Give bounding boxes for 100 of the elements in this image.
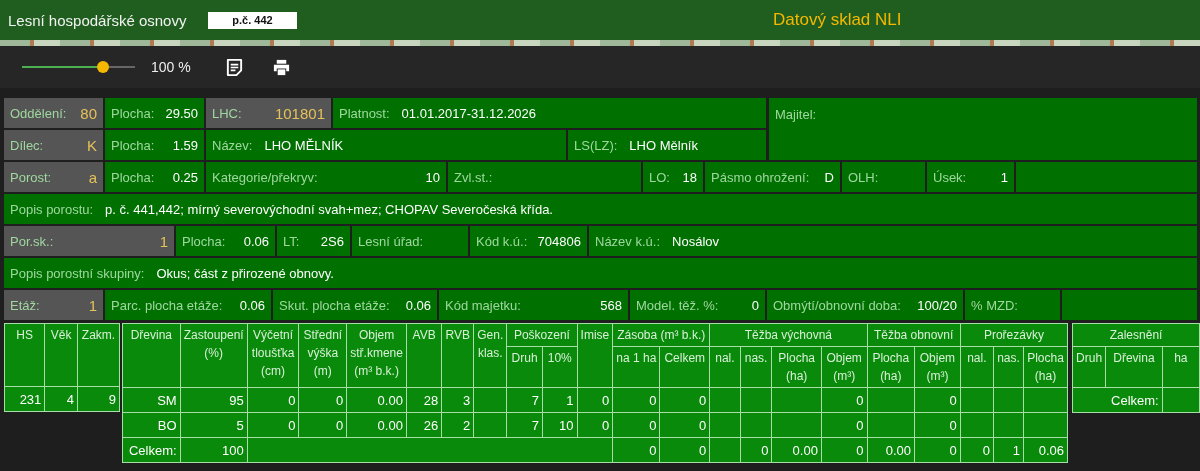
table-cell: 0 bbox=[247, 387, 299, 413]
field-label: Dílec: bbox=[10, 137, 44, 153]
header-cell: Střední výška (m) bbox=[298, 323, 347, 388]
header-cell: Gen. klas. bbox=[473, 323, 507, 388]
field-label: Plocha: bbox=[182, 233, 226, 249]
header-cell: Zalesnění bbox=[1072, 323, 1200, 347]
table-cell bbox=[993, 412, 1024, 438]
table-cell: 0 bbox=[914, 412, 961, 438]
table-cell: Celkem: bbox=[122, 437, 181, 463]
field-label: LHC: bbox=[212, 105, 242, 121]
table-cell bbox=[960, 412, 994, 438]
field-value: 568 bbox=[600, 297, 622, 313]
field-label: Obmýtí/obnovní doba: bbox=[773, 297, 901, 313]
table-cell: 3 bbox=[441, 387, 474, 413]
table-cell bbox=[740, 387, 772, 413]
table-cell: 0 bbox=[612, 437, 660, 463]
zoom-slider[interactable] bbox=[22, 61, 135, 73]
field-label: Majitel: bbox=[775, 107, 817, 122]
table-cell: 231 bbox=[4, 386, 45, 412]
field-label: Popis porostní skupiny: bbox=[10, 265, 145, 281]
header-cell: Těžba obnovní bbox=[867, 323, 961, 347]
field-value: 0.06 bbox=[243, 233, 269, 249]
table-cell: 0.00 bbox=[867, 437, 915, 463]
table-cell: 0 bbox=[960, 437, 994, 463]
field-label: Platnost: bbox=[339, 105, 390, 121]
field-value: 29.50 bbox=[165, 105, 198, 121]
table-cell: 26 bbox=[406, 412, 442, 438]
table-cell: 0 bbox=[247, 412, 299, 438]
header-cell: Plocha (ha) bbox=[1023, 346, 1068, 388]
header-cell: Dřevina bbox=[122, 323, 181, 388]
table-cell bbox=[473, 387, 507, 413]
header-cell: nal. bbox=[709, 346, 741, 388]
field-value: p. č. 441,442; mírný severovýchodní svah+mez; CHOPAV Severočeská křída. bbox=[105, 201, 553, 217]
table-cell bbox=[772, 412, 822, 438]
header-cell: Plocha (ha) bbox=[867, 346, 915, 388]
table-cell bbox=[1162, 387, 1200, 413]
table-cell: 0 bbox=[577, 412, 613, 438]
table-cell bbox=[1023, 412, 1068, 438]
table-cell: 10 bbox=[542, 412, 578, 438]
header-cell: Imise bbox=[577, 323, 613, 388]
table-cell: 0 bbox=[577, 387, 613, 413]
field-value: a bbox=[88, 168, 97, 186]
field-value: 80 bbox=[80, 104, 97, 122]
field-label: Pásmo ohrožení: bbox=[711, 169, 810, 185]
field-label: % MZD: bbox=[971, 297, 1018, 313]
table-cell: 0.00 bbox=[772, 437, 822, 463]
header-cell: Zastoupení (%) bbox=[180, 323, 248, 388]
field-label: Oddělení: bbox=[10, 105, 67, 121]
header-cell: Druh bbox=[506, 346, 543, 388]
field-value: 1 bbox=[88, 296, 97, 314]
app-name: Lesní hospodářské osnovy bbox=[8, 11, 188, 29]
header-cell: Zásoba (m³ b.k.) bbox=[612, 323, 710, 347]
field-value: 100/20 bbox=[917, 297, 957, 313]
table-cell: 7 bbox=[506, 412, 543, 438]
table-cell: Celkem: bbox=[1072, 387, 1163, 413]
field-label: Plocha: bbox=[111, 105, 155, 121]
table-cell bbox=[709, 412, 741, 438]
field-value: 01.01.2017-31.12.2026 bbox=[401, 105, 537, 121]
field-label: Model. těž. %: bbox=[636, 297, 719, 313]
table-cell: 2 bbox=[441, 412, 474, 438]
table-cell: 4 bbox=[44, 386, 78, 412]
table-cell: BO bbox=[122, 412, 181, 438]
table-cell: SM bbox=[122, 387, 181, 413]
field-value: 0.25 bbox=[172, 169, 198, 185]
field-label: Etáž: bbox=[10, 297, 40, 313]
header-cell: AVB bbox=[406, 323, 442, 388]
field-label: LO: bbox=[649, 169, 670, 185]
header-cell: Poškození bbox=[506, 323, 578, 347]
field-value: LHO MĚLNÍK bbox=[264, 137, 344, 153]
table-cell bbox=[709, 437, 741, 463]
parcel-badge: p.č. 442 bbox=[208, 11, 297, 29]
header-cell: ha bbox=[1162, 346, 1200, 388]
field-value: LHO Mělník bbox=[629, 137, 698, 153]
header-cell: Celkem bbox=[659, 346, 710, 388]
header-cell: Plocha (ha) bbox=[772, 346, 822, 388]
table-cell bbox=[772, 387, 822, 413]
field-label: Por.sk.: bbox=[10, 233, 54, 249]
field-label: Název: bbox=[212, 137, 253, 153]
field-value: 0.06 bbox=[405, 297, 431, 313]
field-value: Okus; část z přirozené obnovy. bbox=[156, 265, 334, 281]
field-label: Kategorie/překryv: bbox=[212, 169, 318, 185]
field-label: OLH: bbox=[848, 169, 879, 185]
print-icon[interactable] bbox=[271, 57, 291, 77]
header-cell: Objem (m³) bbox=[914, 346, 961, 388]
table-cell: 0.06 bbox=[1023, 437, 1068, 463]
table-cell: 0 bbox=[914, 387, 961, 413]
field-value: D bbox=[824, 169, 834, 185]
field-value: 1 bbox=[159, 232, 168, 250]
header-cell: nal. bbox=[960, 346, 994, 388]
table-cell bbox=[1023, 387, 1068, 413]
field-label: Kód majetku: bbox=[445, 297, 521, 313]
note-icon[interactable] bbox=[224, 57, 244, 77]
field-label: Zvl.st.: bbox=[454, 169, 493, 185]
table-cell bbox=[709, 387, 741, 413]
table-cell: 0 bbox=[740, 437, 772, 463]
header-cell: Věk bbox=[44, 323, 78, 387]
table-cell: 100 bbox=[180, 437, 248, 463]
table-cell: 0 bbox=[821, 387, 867, 413]
table-cell: 0.00 bbox=[346, 412, 407, 438]
table-cell: 0 bbox=[659, 412, 710, 438]
